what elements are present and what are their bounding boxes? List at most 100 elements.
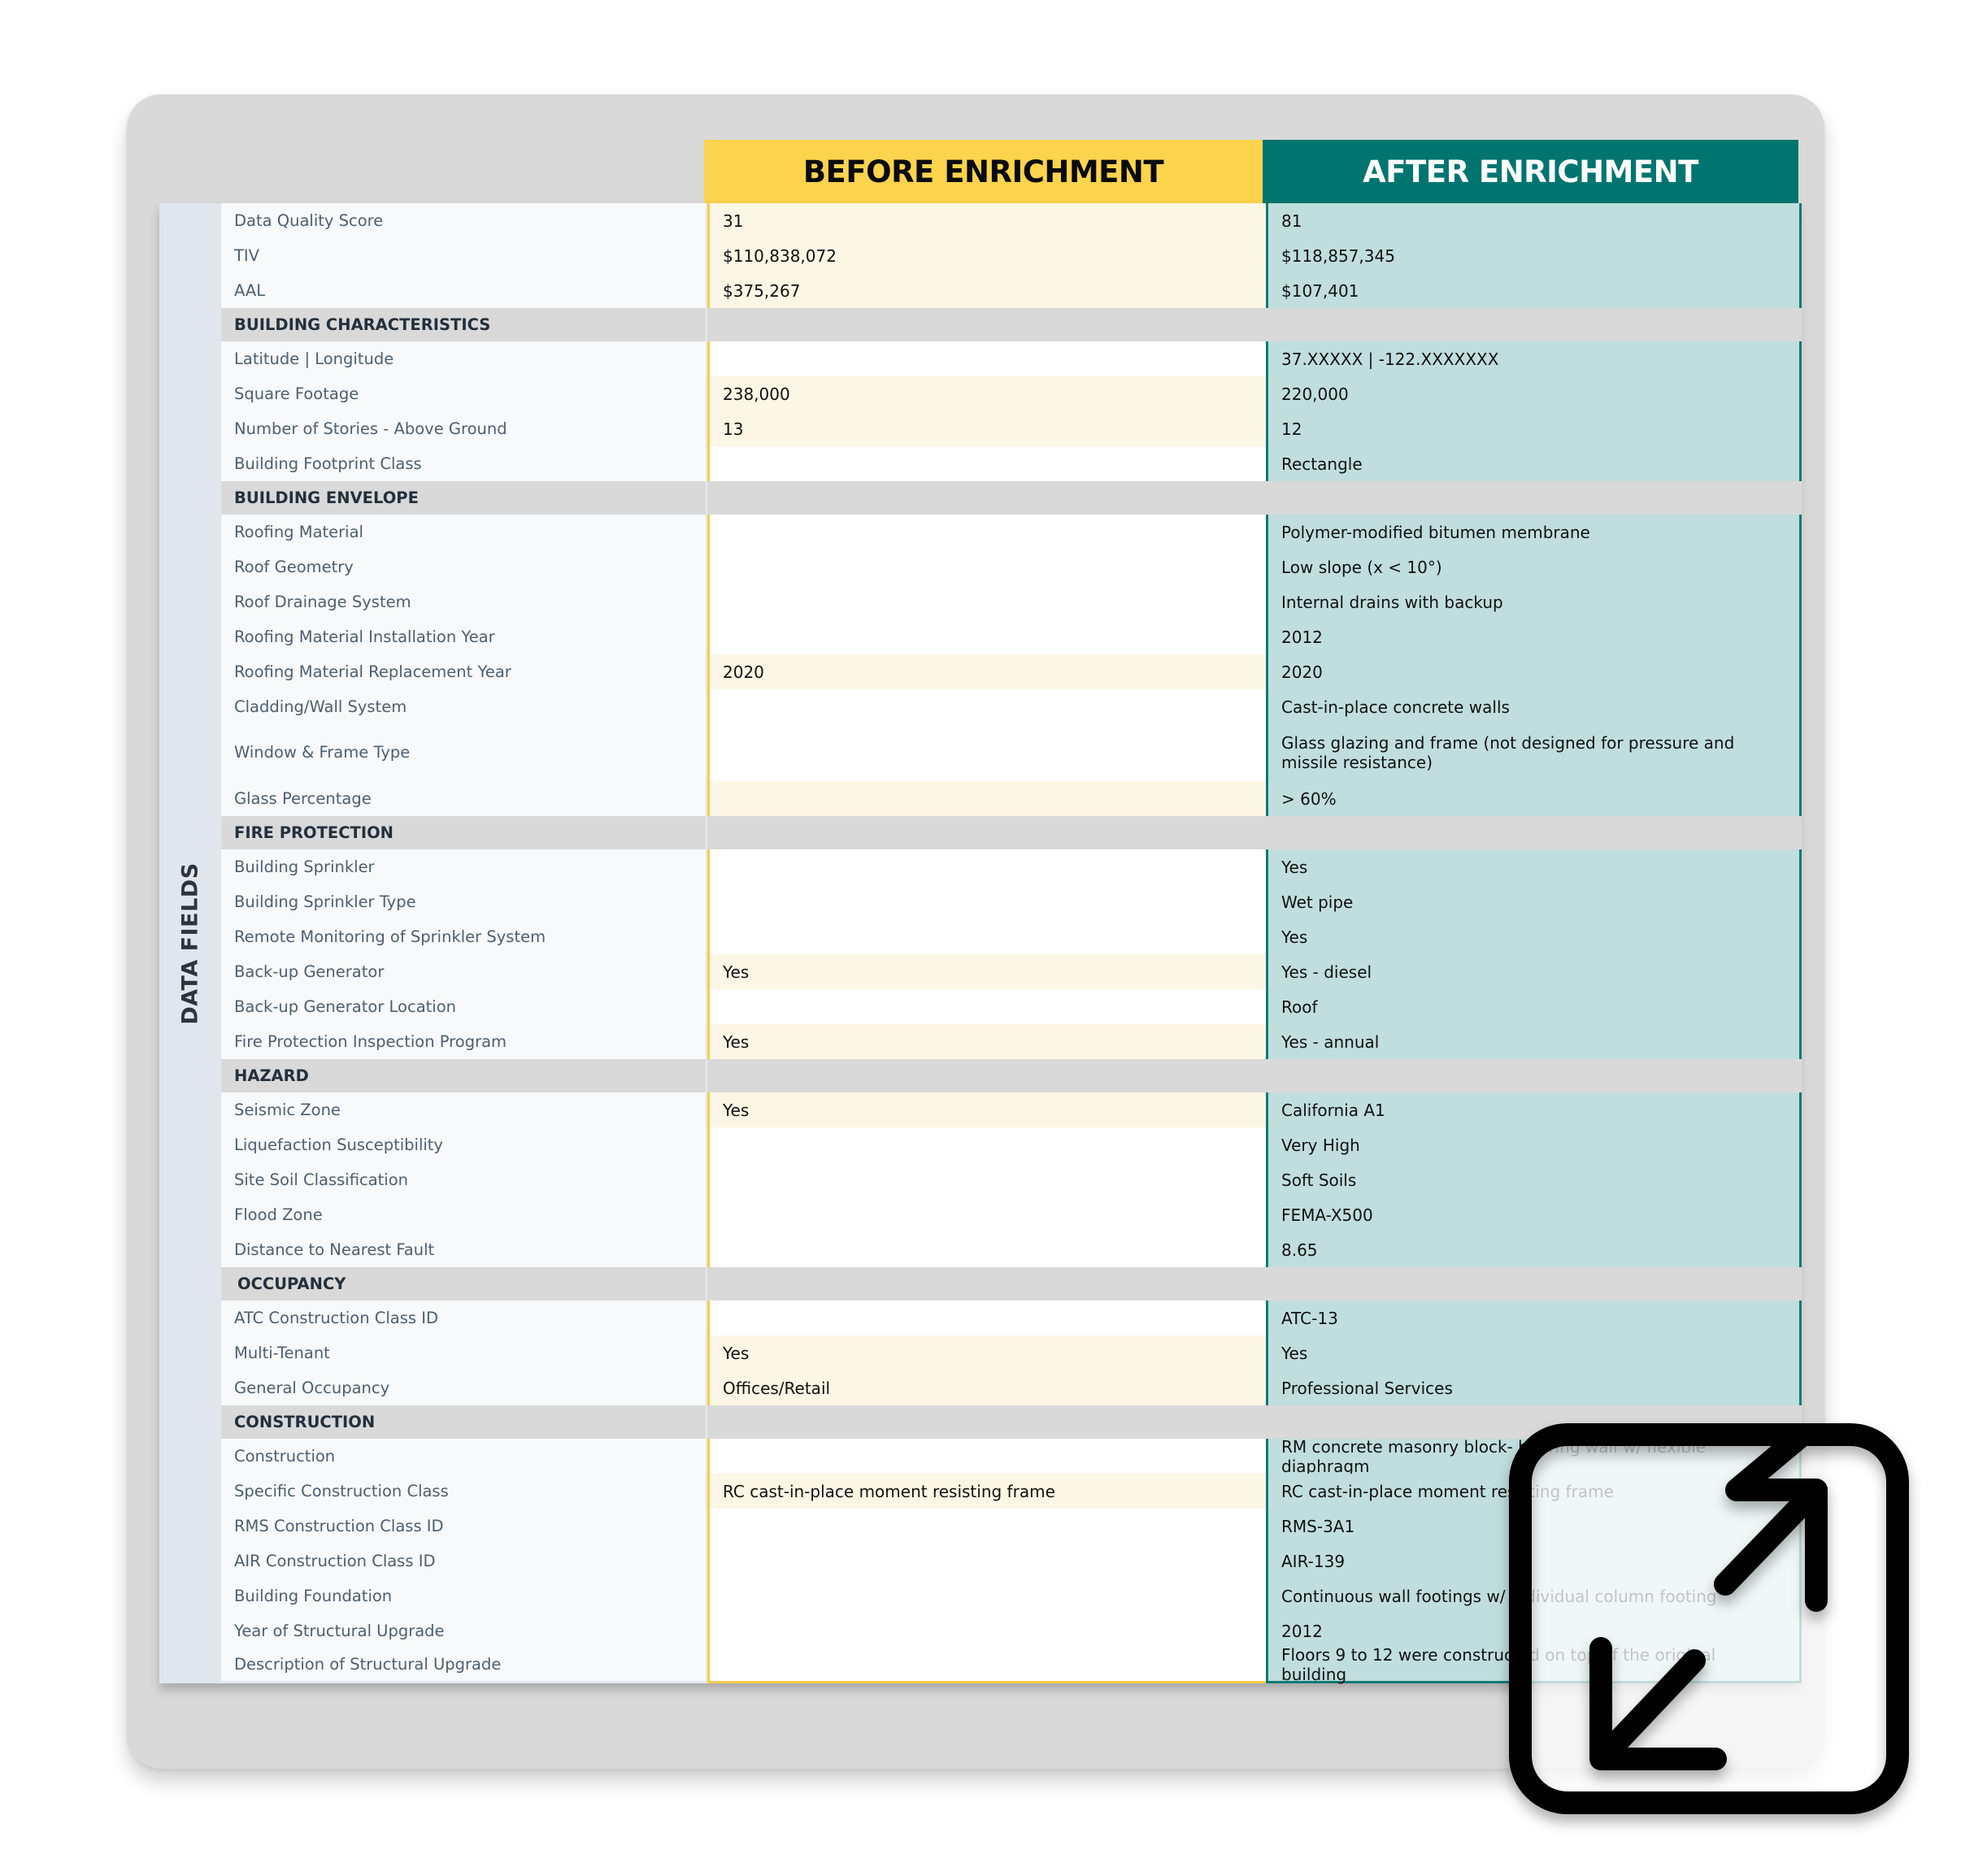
table-row: Roofing Material Installation Year 2012 bbox=[221, 619, 1802, 654]
field-label: Roof Geometry bbox=[221, 549, 707, 584]
table-row: General Occupancy Offices/Retail Professio… bbox=[221, 1370, 1802, 1405]
before-value bbox=[707, 341, 1266, 376]
field-label: Remote Monitoring of Sprinkler System bbox=[221, 919, 707, 954]
after-value: Low slope (x < 10°) bbox=[1266, 549, 1802, 584]
table-row: TIV $110,838,072 $118,857,345 bbox=[221, 238, 1802, 273]
field-label: Fire Protection Inspection Program bbox=[221, 1024, 707, 1059]
table-row: Cladding/Wall System Cast-in-place concre… bbox=[221, 689, 1802, 724]
field-label: Building Sprinkler bbox=[221, 849, 707, 884]
before-value bbox=[707, 446, 1266, 481]
table-row: Number of Stories - Above Ground 13 12 bbox=[221, 411, 1802, 446]
table-row: Back-up Generator Yes Yes - diesel bbox=[221, 954, 1802, 989]
section-header-row: HAZARD bbox=[221, 1059, 1802, 1092]
before-value bbox=[707, 1579, 1266, 1613]
after-value: FEMA-X500 bbox=[1266, 1197, 1802, 1232]
field-label: Seismic Zone bbox=[221, 1092, 707, 1127]
after-value: > 60% bbox=[1266, 781, 1802, 816]
before-value bbox=[707, 1267, 1266, 1301]
field-label: Roofing Material Replacement Year bbox=[221, 654, 707, 689]
before-value: 238,000 bbox=[707, 376, 1266, 411]
after-value: Yes - annual bbox=[1266, 1024, 1802, 1059]
after-value: 2020 bbox=[1266, 654, 1802, 689]
before-value bbox=[707, 816, 1266, 849]
table-row: ATC Construction Class ID ATC-13 bbox=[221, 1301, 1802, 1335]
after-value: Glass glazing and frame (not designed fo… bbox=[1266, 724, 1802, 781]
before-value: RC cast-in-place moment resisting frame bbox=[707, 1474, 1266, 1509]
after-value bbox=[1266, 1059, 1802, 1092]
before-value bbox=[707, 1301, 1266, 1335]
after-value bbox=[1266, 481, 1802, 515]
table-row: Building Sprinkler Yes bbox=[221, 849, 1802, 884]
before-value bbox=[707, 689, 1266, 724]
after-value: Professional Services bbox=[1266, 1370, 1802, 1405]
table-row: Seismic Zone Yes California A1 bbox=[221, 1092, 1802, 1127]
before-value bbox=[707, 884, 1266, 919]
expand-arrows-icon bbox=[1509, 1423, 1909, 1814]
expand-button[interactable] bbox=[1509, 1423, 1909, 1814]
field-label: Number of Stories - Above Ground bbox=[221, 411, 707, 446]
field-label: Site Soil Classification bbox=[221, 1162, 707, 1197]
before-value: 2020 bbox=[707, 654, 1266, 689]
table-row: Data Quality Score 31 81 bbox=[221, 203, 1802, 238]
section-title: BUILDING ENVELOPE bbox=[221, 481, 707, 515]
table-row: Latitude | Longitude 37.XXXXX | -122.XXXX… bbox=[221, 341, 1802, 376]
before-value: $375,267 bbox=[707, 273, 1266, 308]
after-value: California A1 bbox=[1266, 1092, 1802, 1127]
before-value: Yes bbox=[707, 1092, 1266, 1127]
field-label: Construction bbox=[221, 1439, 707, 1474]
after-value: ATC-13 bbox=[1266, 1301, 1802, 1335]
after-value: 2012 bbox=[1266, 619, 1802, 654]
field-label: Building Footprint Class bbox=[221, 446, 707, 481]
field-label: Roof Drainage System bbox=[221, 584, 707, 619]
field-label: Back-up Generator bbox=[221, 954, 707, 989]
after-value: Yes bbox=[1266, 849, 1802, 884]
before-value bbox=[707, 989, 1266, 1024]
before-value: Yes bbox=[707, 1335, 1266, 1370]
table-row: Multi-Tenant Yes Yes bbox=[221, 1335, 1802, 1370]
field-label: RMS Construction Class ID bbox=[221, 1509, 707, 1544]
after-value: Cast-in-place concrete walls bbox=[1266, 689, 1802, 724]
table-row: Square Footage 238,000 220,000 bbox=[221, 376, 1802, 411]
table-row: Remote Monitoring of Sprinkler System Yes bbox=[221, 919, 1802, 954]
field-label: Back-up Generator Location bbox=[221, 989, 707, 1024]
after-value bbox=[1266, 816, 1802, 849]
after-value: 8.65 bbox=[1266, 1232, 1802, 1267]
before-value: Yes bbox=[707, 1024, 1266, 1059]
table-row: Window & Frame Type Glass glazing and fra… bbox=[221, 724, 1802, 781]
section-title: FIRE PROTECTION bbox=[221, 816, 707, 849]
table-row: Roof Drainage System Internal drains with… bbox=[221, 584, 1802, 619]
before-value: 13 bbox=[707, 411, 1266, 446]
before-value bbox=[707, 584, 1266, 619]
before-value bbox=[707, 781, 1266, 816]
before-value: Yes bbox=[707, 954, 1266, 989]
before-value bbox=[707, 1509, 1266, 1544]
before-value bbox=[707, 481, 1266, 515]
after-value: Polymer-modified bitumen membrane bbox=[1266, 515, 1802, 549]
before-value bbox=[707, 1197, 1266, 1232]
section-title: OCCUPANCY bbox=[221, 1267, 707, 1301]
field-label: Building Foundation bbox=[221, 1579, 707, 1613]
field-label: Window & Frame Type bbox=[221, 724, 707, 781]
table-row: Roofing Material Replacement Year 2020 202… bbox=[221, 654, 1802, 689]
section-title: HAZARD bbox=[221, 1059, 707, 1092]
table-row: Site Soil Classification Soft Soils bbox=[221, 1162, 1802, 1197]
field-label: Flood Zone bbox=[221, 1197, 707, 1232]
field-label: TIV bbox=[221, 238, 707, 273]
table-row: Building Footprint Class Rectangle bbox=[221, 446, 1802, 481]
after-value: Yes - diesel bbox=[1266, 954, 1802, 989]
field-label: Square Footage bbox=[221, 376, 707, 411]
before-value bbox=[707, 1059, 1266, 1092]
field-label: Building Sprinkler Type bbox=[221, 884, 707, 919]
field-label: ATC Construction Class ID bbox=[221, 1301, 707, 1335]
after-value: Very High bbox=[1266, 1127, 1802, 1162]
field-label: AAL bbox=[221, 273, 707, 308]
before-value bbox=[707, 919, 1266, 954]
before-value: 31 bbox=[707, 203, 1266, 238]
after-value: Wet pipe bbox=[1266, 884, 1802, 919]
before-value bbox=[707, 619, 1266, 654]
table-row: Distance to Nearest Fault 8.65 bbox=[221, 1232, 1802, 1267]
field-label: AIR Construction Class ID bbox=[221, 1544, 707, 1579]
table-row: Back-up Generator Location Roof bbox=[221, 989, 1802, 1024]
before-value bbox=[707, 549, 1266, 584]
field-label: Distance to Nearest Fault bbox=[221, 1232, 707, 1267]
